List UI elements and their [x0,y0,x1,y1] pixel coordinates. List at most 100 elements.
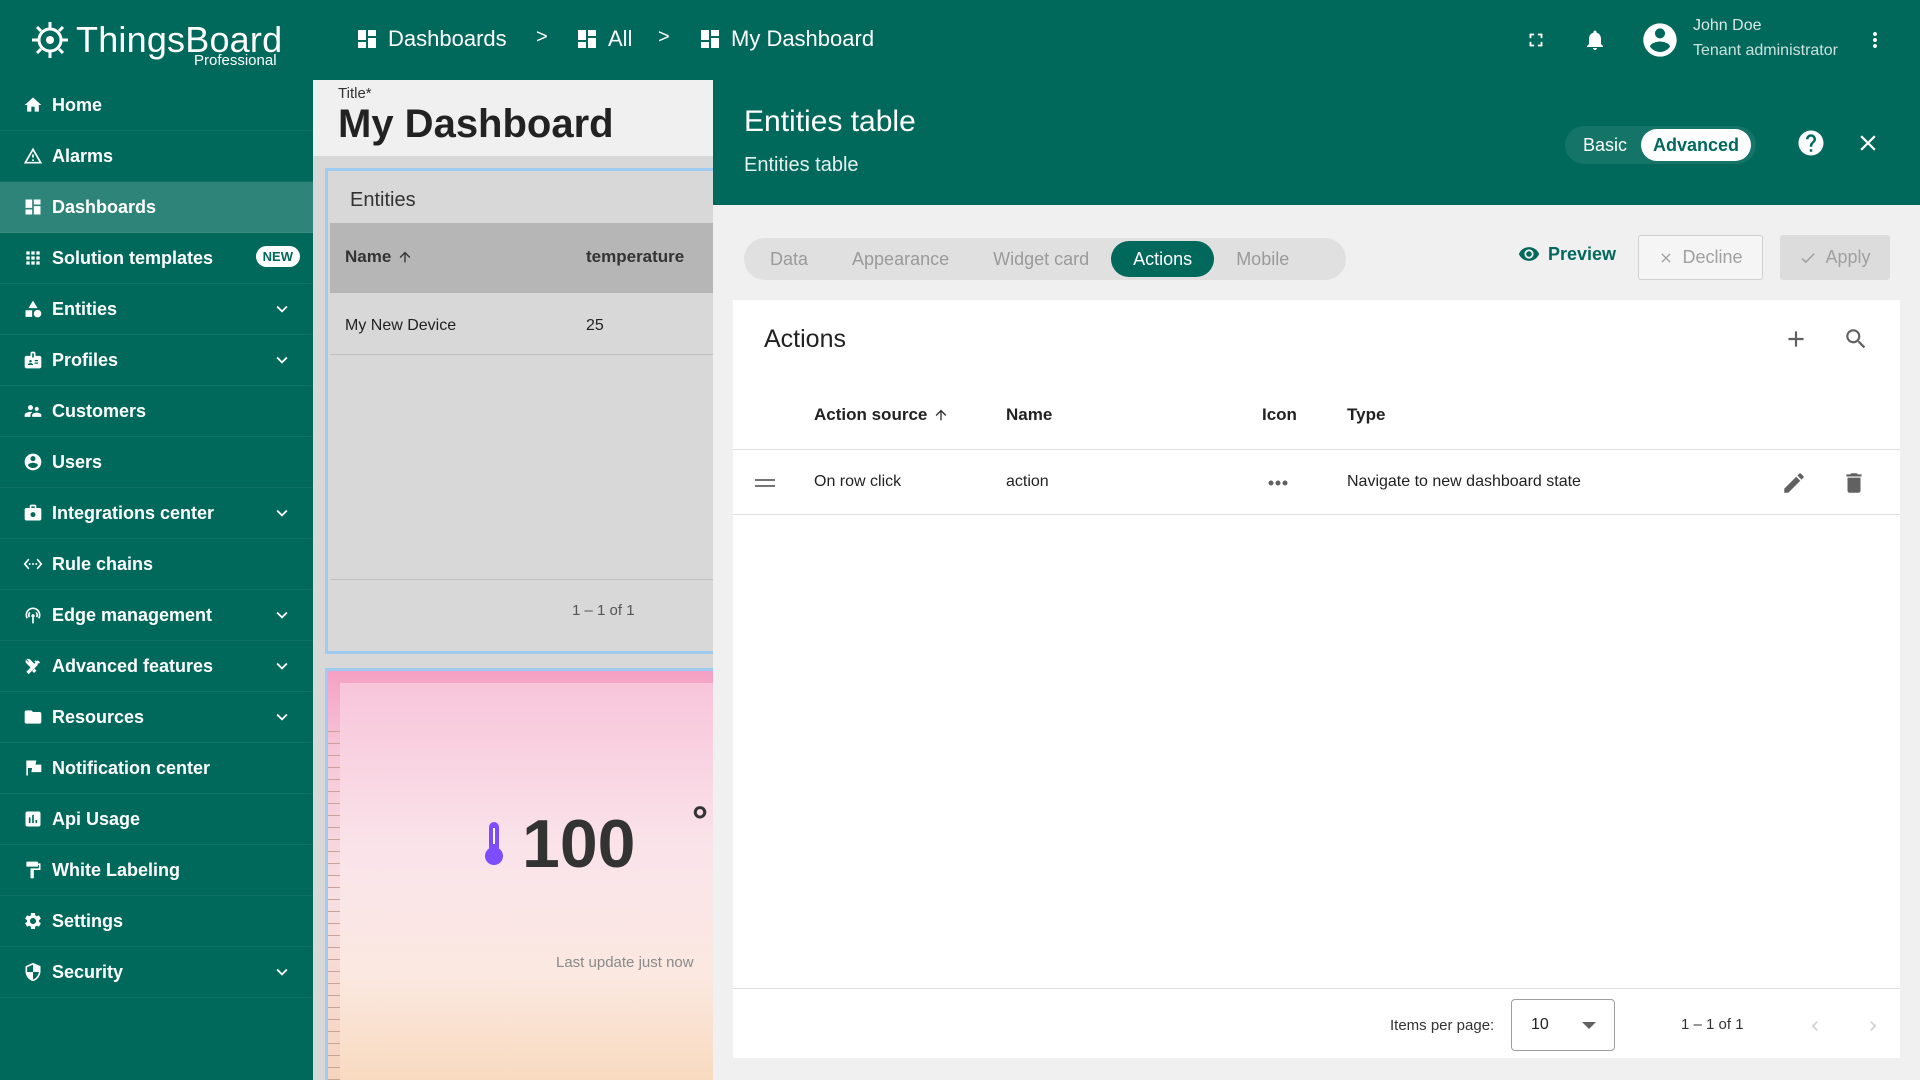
sidebar-item-entities[interactable]: Entities [0,284,313,335]
mode-advanced-option[interactable]: Advanced [1641,129,1751,161]
delete-icon[interactable] [1841,470,1867,496]
sidebar-item-label: Solution templates [52,247,214,268]
breadcrumb-all[interactable]: All [575,26,632,52]
tab-mobile[interactable]: Mobile [1214,241,1311,277]
mode-basic-option[interactable]: Basic [1569,135,1641,156]
sidebar-item-solution-templates[interactable]: Solution templates NEW [0,233,313,284]
preview-button[interactable]: Preview [1518,243,1616,265]
page-range: 1 – 1 of 1 [1681,1016,1744,1033]
tab-data[interactable]: Data [748,241,830,277]
sidebar-item-label: Dashboards [52,196,157,217]
chevron-down-icon[interactable] [271,349,293,371]
sidebar-item-profiles[interactable]: Profiles [0,335,313,386]
sidebar-item-label: Entities [52,298,118,319]
sidebar-item-integrations-center[interactable]: Integrations center [0,488,313,539]
sidebar-item-resources[interactable]: Resources [0,692,313,743]
chevron-down-icon[interactable] [271,502,293,524]
divider [733,449,1900,450]
column-header-name[interactable]: Name [1006,405,1052,425]
settings-tabs: Data Appearance Widget card Actions Mobi… [744,238,1346,280]
edit-icon[interactable] [1781,470,1807,496]
dashboard-icon [355,27,379,51]
apply-button[interactable]: Apply [1780,235,1890,280]
column-header-icon[interactable]: Icon [1262,405,1297,425]
sidebar-item-label: Integrations center [52,502,215,523]
sidebar-item-notification-center[interactable]: Notification center [0,743,313,794]
folder-icon [22,706,44,728]
sidebar-item-customers[interactable]: Customers [0,386,313,437]
format-paint-icon [22,859,44,881]
sidebar-item-label: Notification center [52,757,211,778]
temperature-value: 100 [522,806,636,882]
breadcrumb-dashboards[interactable]: Dashboards [355,26,507,52]
decline-button[interactable]: Decline [1638,235,1763,280]
dashboard-icon [698,27,722,51]
logo-icon [28,18,72,62]
chevron-down-icon[interactable] [271,706,293,728]
items-per-page-value: 10 [1531,1016,1549,1033]
mode-toggle[interactable]: Basic Advanced [1565,126,1756,164]
sidebar-item-white-labeling[interactable]: White Labeling [0,845,313,896]
chevron-down-icon[interactable] [271,961,293,983]
sidebar-item-edge-management[interactable]: Edge management [0,590,313,641]
search-icon[interactable] [1843,326,1869,352]
logo-edition: Professional [194,52,277,69]
temperature-unit: ° [692,799,708,843]
entities-widget[interactable]: Entities Name temperature My New Device … [325,168,713,654]
sidebar-item-alarms[interactable]: Alarms [0,131,313,182]
close-icon[interactable] [1855,130,1881,156]
temperature-widget[interactable]: 100 ° Last update just now [325,668,713,1080]
column-header-temperature[interactable]: temperature [586,247,684,267]
home-icon [22,94,44,116]
drag-handle-icon[interactable] [753,476,777,490]
sidebar-item-label: Alarms [52,145,114,166]
column-header-name[interactable]: Name [345,247,413,267]
more-vert-icon[interactable] [1863,27,1887,53]
logo[interactable]: ThingsBoard Professional [0,0,313,80]
breadcrumb-label: My Dashboard [731,26,875,51]
sidebar-item-label: White Labeling [52,859,180,880]
construction-icon [22,655,44,677]
chevron-down-icon[interactable] [271,604,293,626]
chevron-down-icon[interactable] [271,298,293,320]
supervisor-icon [22,400,44,422]
sidebar-item-rule-chains[interactable]: Rule chains [0,539,313,590]
sidebar-item-users[interactable]: Users [0,437,313,488]
items-per-page-select[interactable]: 10 [1511,999,1615,1051]
chevron-right-icon[interactable] [1863,1016,1883,1036]
sidebar-item-label: Profiles [52,349,119,370]
user-role: Tenant administrator [1693,42,1838,59]
more-horiz-icon [1265,473,1291,493]
add-icon[interactable] [1783,326,1809,352]
sidebar-item-api-usage[interactable]: Api Usage [0,794,313,845]
router-icon [22,604,44,626]
thermometer-icon [480,820,508,866]
sidebar-item-settings[interactable]: Settings [0,896,313,947]
action-type-cell: Navigate to new dashboard state [1347,473,1581,490]
dashboard-icon [22,196,44,218]
sidebar-item-security[interactable]: Security [0,947,313,998]
help-icon[interactable] [1796,128,1826,158]
chevron-left-icon[interactable] [1805,1016,1825,1036]
column-header-type[interactable]: Type [1347,405,1385,425]
breadcrumb-label: Dashboards [388,26,507,51]
sidebar-item-home[interactable]: Home [0,80,313,131]
close-icon [1658,250,1674,266]
sidebar-item-dashboards[interactable]: Dashboards [0,182,313,233]
notification-flag-icon [22,757,44,779]
dashboard-title[interactable]: My Dashboard [338,102,614,147]
sidebar-item-label: Security [52,961,124,982]
sidebar-item-label: Rule chains [52,553,154,574]
fullscreen-icon[interactable] [1525,29,1547,51]
divider [330,579,713,580]
chevron-down-icon[interactable] [271,655,293,677]
tab-appearance[interactable]: Appearance [830,241,971,277]
tab-widget-card[interactable]: Widget card [971,241,1111,277]
items-per-page-label: Items per page: [1390,1017,1495,1034]
tab-actions[interactable]: Actions [1111,241,1215,277]
notifications-icon[interactable] [1583,27,1607,53]
avatar[interactable] [1640,20,1680,60]
divider [733,988,1900,989]
column-header-action-source[interactable]: Action source [814,405,949,425]
sidebar-item-advanced-features[interactable]: Advanced features [0,641,313,692]
